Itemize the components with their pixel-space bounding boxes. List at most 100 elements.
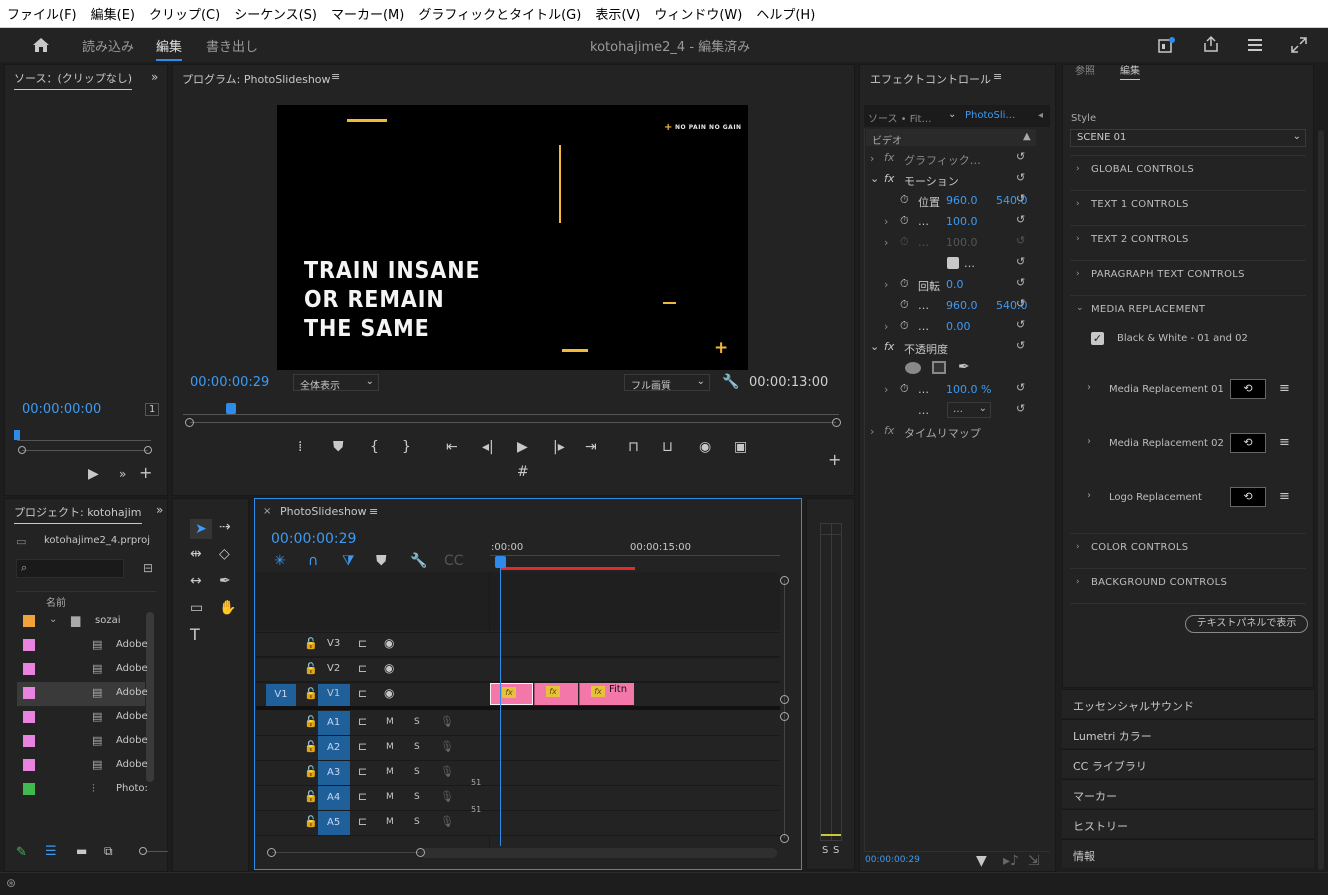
linked-selection-icon[interactable]: ⧩ bbox=[342, 553, 355, 569]
fit-select[interactable]: 全体表示 ⌄ bbox=[293, 374, 379, 392]
param-scale[interactable]: › ⏱ … 100.0 ↺ bbox=[866, 211, 1036, 232]
effect-controls-timecode[interactable]: 00:00:00:29 bbox=[865, 855, 920, 865]
ellipse-mask-icon[interactable] bbox=[905, 362, 921, 374]
label-color-swatch[interactable] bbox=[23, 615, 35, 627]
vscroll-handle[interactable] bbox=[780, 695, 789, 704]
reset-icon[interactable]: ↺ bbox=[1016, 402, 1025, 415]
project-item-row[interactable]: ▤ Adobe bbox=[17, 754, 148, 778]
param-uniform-scale[interactable]: … ↺ bbox=[866, 253, 1036, 274]
pen-tool-icon[interactable]: ✒ bbox=[219, 573, 231, 589]
freeform-view-icon[interactable]: ⧉ bbox=[104, 844, 113, 859]
project-item-row[interactable]: ▤ Adobe bbox=[17, 634, 148, 658]
step-forward-icon[interactable]: |▸ bbox=[553, 439, 565, 455]
eye-icon[interactable]: ◉ bbox=[384, 661, 394, 675]
essential-sound-panel[interactable]: エッセンシャルサウンド bbox=[1062, 689, 1314, 718]
reset-icon[interactable]: ↺ bbox=[1016, 318, 1025, 331]
label-color-swatch[interactable] bbox=[23, 639, 35, 651]
timeline-clip[interactable]: fx bbox=[490, 683, 533, 705]
menu-window[interactable]: ウィンドウ(W) bbox=[647, 4, 749, 23]
rectangle-tool-icon[interactable]: ▭ bbox=[190, 600, 203, 616]
lock-icon[interactable]: 🔓 bbox=[304, 715, 318, 728]
stopwatch-icon[interactable]: ⏱ bbox=[900, 298, 909, 312]
project-item-row[interactable]: ⫶ Photo: bbox=[17, 778, 148, 802]
timeline-clip[interactable]: fx bbox=[534, 683, 578, 705]
mark-out-icon[interactable]: } bbox=[402, 439, 411, 455]
marker-settings-icon[interactable]: ⁞ bbox=[298, 439, 302, 455]
lock-icon[interactable]: 🔓 bbox=[304, 790, 318, 803]
track-select-tool-icon[interactable]: ⇢ bbox=[219, 519, 231, 535]
reset-icon[interactable]: ↺ bbox=[1016, 150, 1025, 163]
chevron-right-icon[interactable]: › bbox=[1087, 382, 1091, 393]
program-preview[interactable]: + + NO PAIN NO GAIN TRAIN INSANE OR REMA… bbox=[277, 105, 748, 370]
new-bin-search-icon[interactable]: ⊟ bbox=[143, 561, 153, 575]
media-replacement-item[interactable]: › Logo Replacement ⟲ ≡ bbox=[1086, 486, 1308, 512]
timeline-title[interactable]: PhotoSlideshow bbox=[280, 505, 367, 518]
timeline-vscroll[interactable] bbox=[784, 580, 785, 838]
project-item-row[interactable]: ▤ Adobe bbox=[17, 682, 148, 706]
source-overflow-icon[interactable]: » bbox=[119, 466, 126, 482]
program-panel-title[interactable]: プログラム: PhotoSlideshow bbox=[182, 71, 331, 87]
chevron-down-icon[interactable]: ⌄ bbox=[870, 172, 879, 185]
solo-button[interactable]: S bbox=[414, 742, 420, 752]
fx-icon[interactable]: fx bbox=[884, 172, 894, 185]
audio-track-row[interactable]: 🔓 A1 ⊏ M S 🎙 bbox=[256, 711, 780, 736]
source-page-indicator[interactable]: 1 bbox=[145, 403, 160, 416]
rotation-value[interactable]: 0.0 bbox=[946, 278, 964, 291]
hscroll-handle[interactable] bbox=[416, 848, 425, 857]
source-add-button-icon[interactable]: + bbox=[139, 465, 152, 481]
timeline-timecode[interactable]: 00:00:00:29 bbox=[271, 531, 356, 547]
style-select[interactable]: SCENE 01 ⌄ bbox=[1070, 129, 1306, 147]
audio-track-row[interactable]: 🔓 A2 ⊏ M S 🎙 bbox=[256, 736, 780, 761]
reset-icon[interactable]: ↺ bbox=[1016, 297, 1025, 310]
info-panel[interactable]: 情報 bbox=[1062, 839, 1314, 868]
effect-controls-title[interactable]: エフェクトコントロール bbox=[870, 71, 991, 87]
track-name[interactable]: V3 bbox=[327, 638, 340, 649]
source-panel-title[interactable]: ソース：(クリップなし) bbox=[14, 70, 133, 90]
eg-section-global[interactable]: › GLOBAL CONTROLS bbox=[1070, 160, 1306, 182]
chevron-right-icon[interactable]: › bbox=[884, 383, 888, 396]
filter-icon[interactable]: ▼ bbox=[976, 853, 987, 869]
lock-icon[interactable]: 🔓 bbox=[304, 637, 318, 650]
rectangle-mask-icon[interactable] bbox=[932, 361, 946, 374]
menu-marker[interactable]: マーカー(M) bbox=[324, 4, 411, 23]
captions-icon[interactable]: CC bbox=[444, 553, 464, 569]
source-timecode[interactable]: 00:00:00:00 bbox=[22, 402, 101, 417]
bw-checkbox[interactable]: ✓ bbox=[1091, 332, 1104, 345]
menu-help[interactable]: ヘルプ(H) bbox=[749, 4, 822, 23]
program-zoom-bar[interactable] bbox=[190, 422, 836, 423]
camera-icon[interactable]: ◉ bbox=[699, 439, 711, 455]
track-name[interactable]: V2 bbox=[327, 663, 340, 674]
reset-icon[interactable]: ↺ bbox=[1016, 171, 1025, 184]
source-zoom-handle-right[interactable] bbox=[144, 446, 152, 454]
share-icon[interactable] bbox=[1202, 35, 1220, 53]
effect-row-graphic[interactable]: › fx グラフィック… ↺ bbox=[866, 148, 1036, 169]
chevron-right-icon[interactable]: › bbox=[1087, 436, 1091, 447]
audio-track-row[interactable]: 🔓 A5 ⊏ M S 🎙 51 bbox=[256, 805, 780, 836]
chevron-right-icon[interactable]: › bbox=[1087, 490, 1091, 501]
label-color-swatch[interactable] bbox=[23, 687, 35, 699]
program-zoom-handle-right[interactable] bbox=[832, 418, 841, 427]
mark-in-icon[interactable]: { bbox=[370, 439, 379, 455]
chevron-right-icon[interactable]: › bbox=[884, 278, 888, 291]
sync-lock-icon[interactable]: ⊏ bbox=[358, 687, 367, 700]
source-zoom-bar[interactable] bbox=[22, 450, 148, 451]
track-name[interactable]: V1 bbox=[327, 688, 340, 699]
panel-overflow-icon[interactable]: » bbox=[156, 503, 163, 517]
markers-panel[interactable]: マーカー bbox=[1062, 779, 1314, 808]
timeline-ruler[interactable] bbox=[490, 555, 780, 556]
chevron-right-icon[interactable]: › bbox=[884, 320, 888, 333]
video-track-row[interactable]: 🔓 V3 ⊏ ◉ bbox=[256, 632, 780, 657]
close-icon[interactable]: × bbox=[263, 506, 271, 517]
zoom-slider-handle[interactable] bbox=[139, 847, 147, 855]
tab-export[interactable]: 書き出し bbox=[206, 36, 258, 55]
vscroll-handle[interactable] bbox=[780, 576, 789, 585]
snap-icon[interactable]: ∩ bbox=[308, 553, 318, 569]
slip-tool-icon[interactable]: ↔ bbox=[190, 573, 202, 589]
eg-section-background[interactable]: › BACKGROUND CONTROLS bbox=[1070, 573, 1306, 595]
tab-import[interactable]: 読み込み bbox=[82, 36, 134, 55]
uniform-scale-checkbox[interactable] bbox=[947, 257, 959, 269]
media-menu-icon[interactable]: ≡ bbox=[1279, 435, 1290, 450]
solo-button[interactable]: S bbox=[414, 717, 420, 727]
project-item-row[interactable]: ▤ Adobe bbox=[17, 658, 148, 682]
wrench-icon[interactable]: 🔧 bbox=[722, 374, 739, 390]
